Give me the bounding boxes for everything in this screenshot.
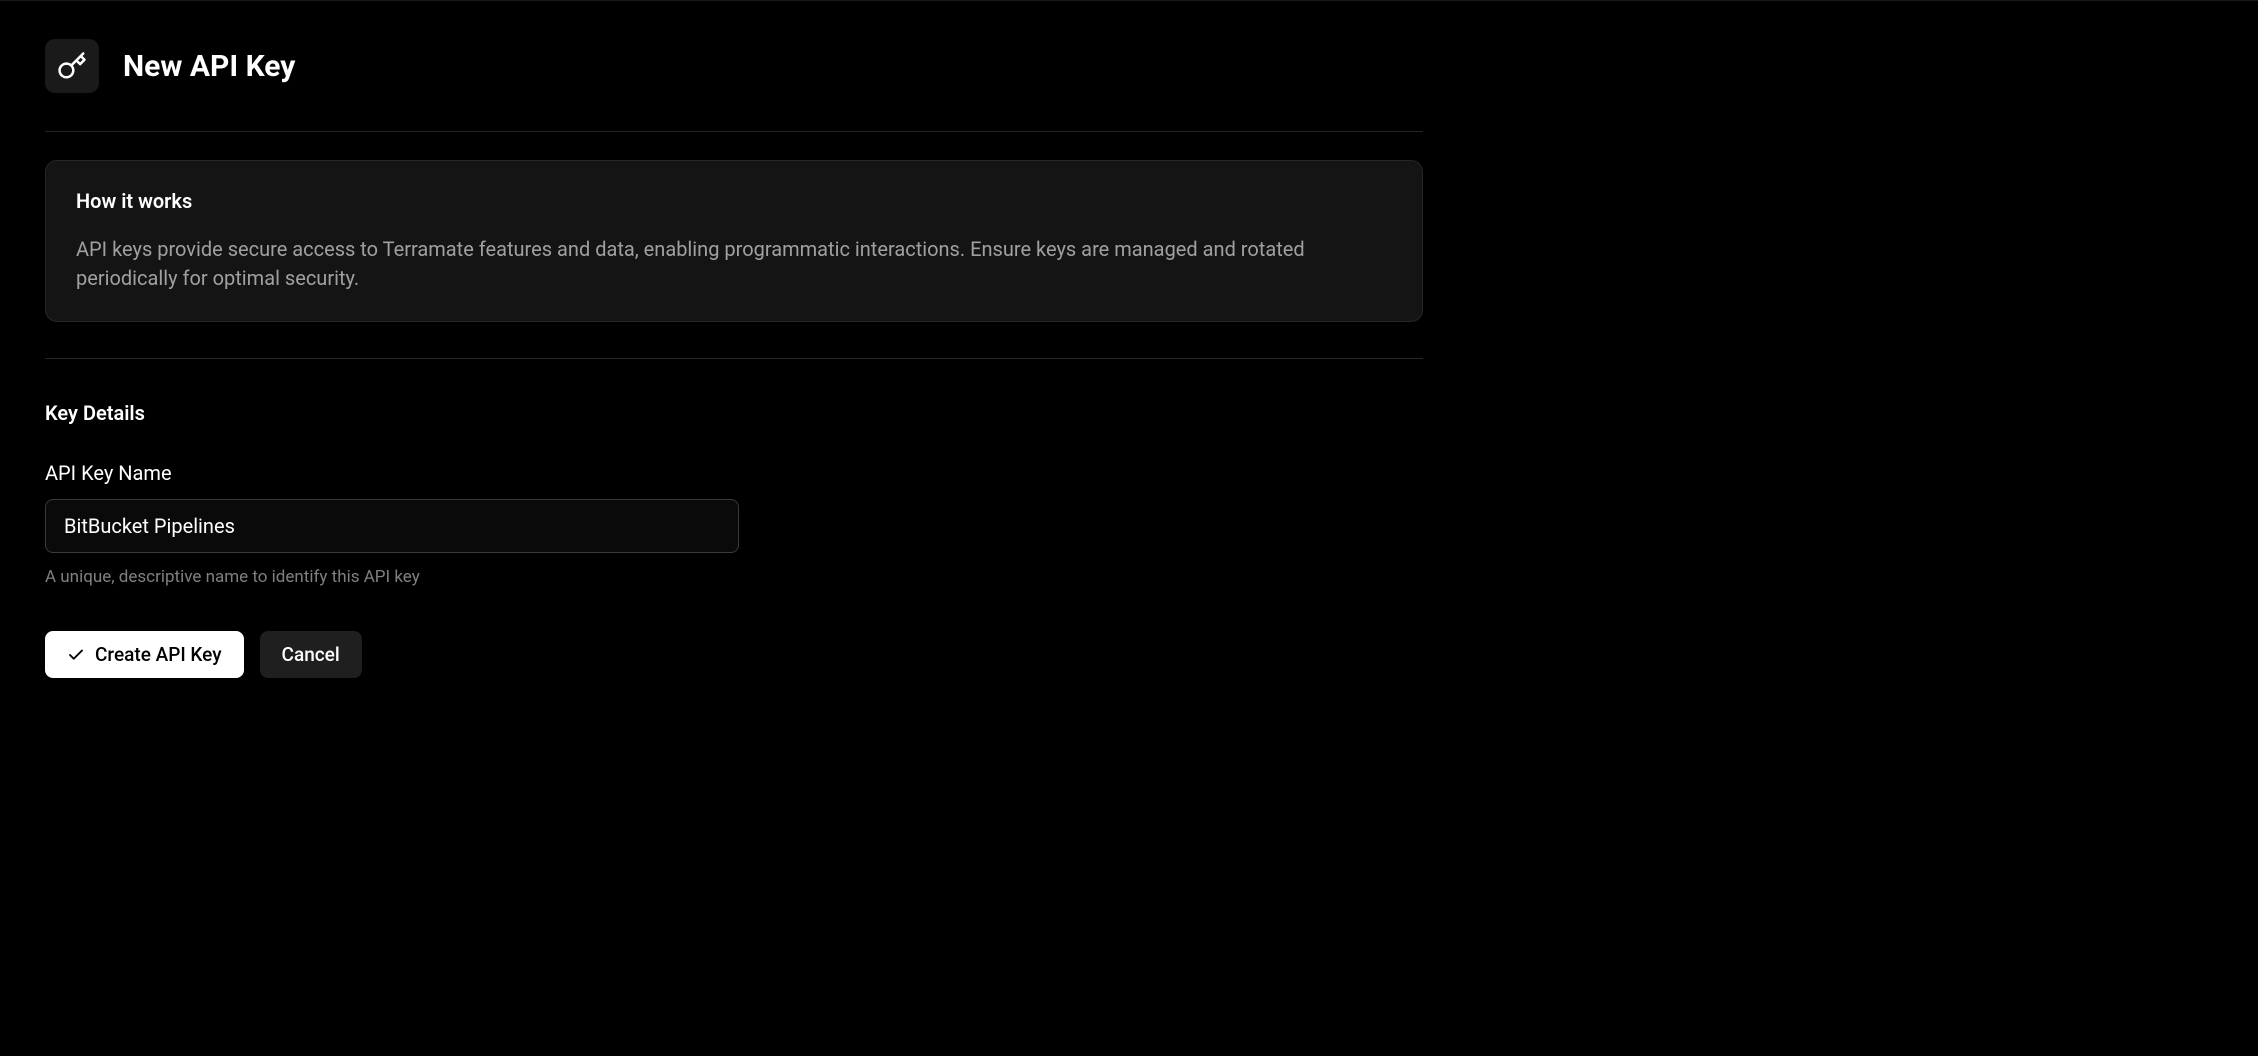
cancel-button-label: Cancel bbox=[282, 643, 340, 666]
key-details-title: Key Details bbox=[45, 401, 1423, 425]
info-card-text: API keys provide secure access to Terram… bbox=[76, 235, 1392, 293]
key-icon-box bbox=[45, 39, 99, 93]
page-title: New API Key bbox=[123, 49, 295, 84]
info-card-title: How it works bbox=[76, 189, 1392, 213]
api-key-name-field: API Key Name A unique, descriptive name … bbox=[45, 461, 1423, 587]
create-api-key-button[interactable]: Create API Key bbox=[45, 631, 244, 678]
how-it-works-card: How it works API keys provide secure acc… bbox=[45, 160, 1423, 322]
section-divider bbox=[45, 358, 1423, 359]
page-container: New API Key How it works API keys provid… bbox=[0, 1, 1468, 716]
button-row: Create API Key Cancel bbox=[45, 631, 1423, 678]
api-key-name-label: API Key Name bbox=[45, 461, 1423, 485]
header-divider bbox=[45, 131, 1423, 132]
cancel-button[interactable]: Cancel bbox=[260, 631, 362, 678]
api-key-name-input[interactable] bbox=[45, 499, 739, 553]
page-header: New API Key bbox=[45, 39, 1423, 93]
create-button-label: Create API Key bbox=[95, 643, 222, 666]
key-icon bbox=[57, 51, 87, 81]
api-key-name-hint: A unique, descriptive name to identify t… bbox=[45, 567, 1423, 587]
check-icon bbox=[67, 646, 85, 664]
